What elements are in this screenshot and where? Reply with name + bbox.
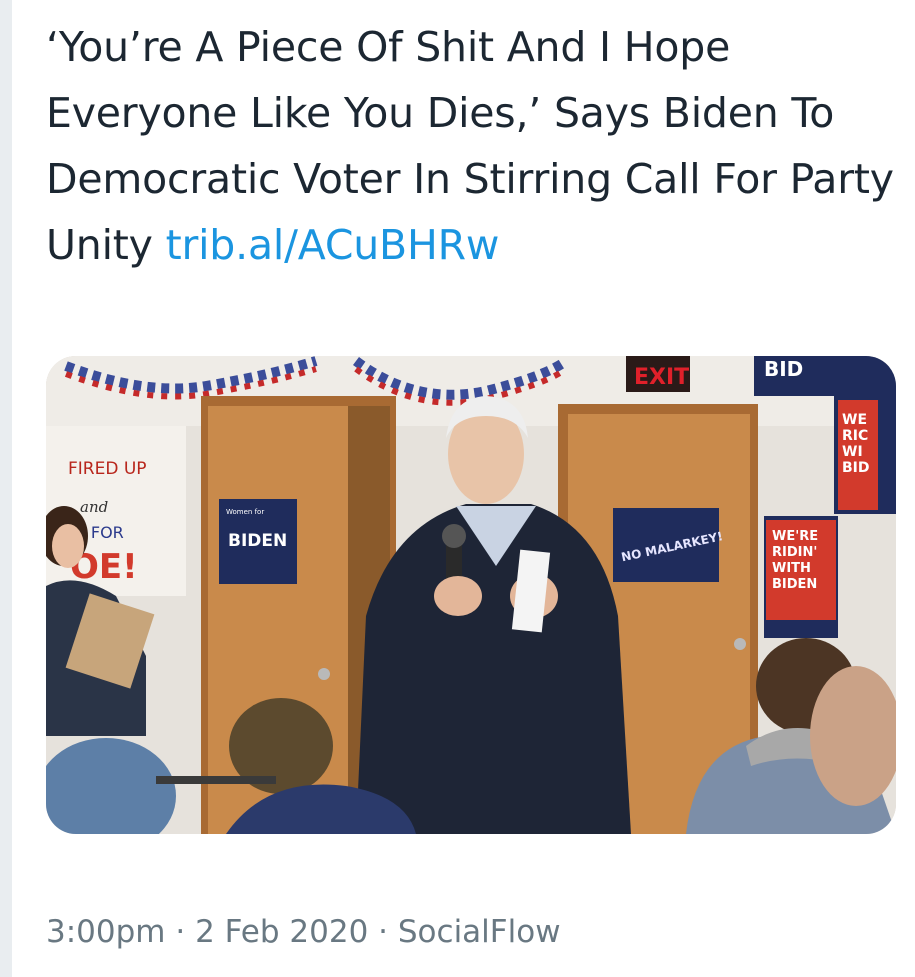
tweet-link[interactable]: trib.al/ACuBHRw — [166, 221, 500, 269]
meta-separator-1: · — [175, 914, 186, 950]
sign-we-ride-2: RIC — [842, 428, 868, 444]
poster-fired-up: FIRED UP — [68, 459, 147, 479]
poster-and: and — [80, 498, 108, 516]
tweet-meta: 3:00pm · 2 Feb 2020 · SocialFlow — [46, 914, 561, 950]
sign-ridin-4: BIDEN — [772, 577, 817, 592]
tweet-photo[interactable]: Women for BIDEN NO MALARKEY! EXIT BID WE… — [46, 356, 896, 834]
exit-sign: EXIT — [634, 365, 689, 390]
meta-separator-2: · — [378, 914, 389, 950]
tweet-source[interactable]: SocialFlow — [398, 914, 561, 950]
tweet-date[interactable]: 2 Feb 2020 — [195, 914, 368, 950]
sign-we-ride-1: WE — [842, 412, 867, 428]
sign-we-ride-3: WI — [842, 444, 863, 460]
sign-ridin-3: WITH — [772, 561, 811, 576]
sign-we-ride-4: BID — [842, 460, 870, 476]
banner-biden-top: BID — [764, 357, 803, 381]
tweet-text: ‘You’re A Piece Of Shit And I Hope Every… — [46, 14, 896, 278]
tweet-time[interactable]: 3:00pm — [46, 914, 166, 950]
sign-ridin-2: RIDIN' — [772, 545, 817, 560]
thread-rule — [0, 0, 12, 977]
sign-biden-door: BIDEN — [228, 531, 287, 551]
sign-ridin-1: WE'RE — [772, 529, 818, 544]
sign-women-for: Women for — [226, 508, 264, 516]
photo-scene: Women for BIDEN NO MALARKEY! EXIT BID WE… — [46, 356, 896, 834]
